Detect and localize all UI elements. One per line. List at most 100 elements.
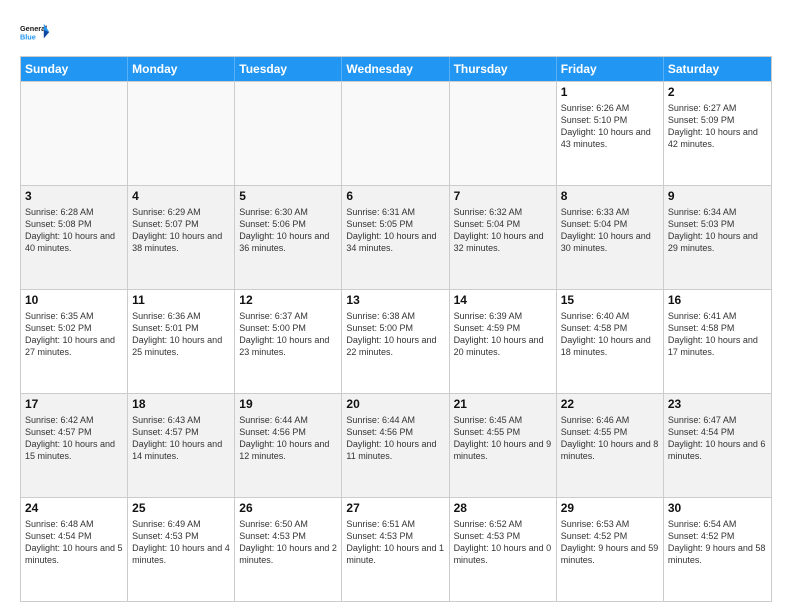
cell-info: Sunrise: 6:39 AM Sunset: 4:59 PM Dayligh… <box>454 310 552 359</box>
weekday-header: Thursday <box>450 57 557 81</box>
day-number: 12 <box>239 293 337 309</box>
calendar-cell: 28Sunrise: 6:52 AM Sunset: 4:53 PM Dayli… <box>450 498 557 601</box>
cell-info: Sunrise: 6:33 AM Sunset: 5:04 PM Dayligh… <box>561 206 659 255</box>
cell-info: Sunrise: 6:38 AM Sunset: 5:00 PM Dayligh… <box>346 310 444 359</box>
calendar-body: 1Sunrise: 6:26 AM Sunset: 5:10 PM Daylig… <box>21 81 771 601</box>
calendar-cell <box>235 82 342 185</box>
cell-info: Sunrise: 6:40 AM Sunset: 4:58 PM Dayligh… <box>561 310 659 359</box>
page: GeneralBlue SundayMondayTuesdayWednesday… <box>0 0 792 612</box>
cell-info: Sunrise: 6:49 AM Sunset: 4:53 PM Dayligh… <box>132 518 230 567</box>
calendar-cell: 5Sunrise: 6:30 AM Sunset: 5:06 PM Daylig… <box>235 186 342 289</box>
calendar-cell: 25Sunrise: 6:49 AM Sunset: 4:53 PM Dayli… <box>128 498 235 601</box>
calendar-cell: 8Sunrise: 6:33 AM Sunset: 5:04 PM Daylig… <box>557 186 664 289</box>
day-number: 2 <box>668 85 767 101</box>
weekday-header: Saturday <box>664 57 771 81</box>
day-number: 11 <box>132 293 230 309</box>
calendar-cell: 3Sunrise: 6:28 AM Sunset: 5:08 PM Daylig… <box>21 186 128 289</box>
calendar-cell: 17Sunrise: 6:42 AM Sunset: 4:57 PM Dayli… <box>21 394 128 497</box>
day-number: 27 <box>346 501 444 517</box>
svg-text:General: General <box>20 24 47 33</box>
calendar-cell: 30Sunrise: 6:54 AM Sunset: 4:52 PM Dayli… <box>664 498 771 601</box>
cell-info: Sunrise: 6:32 AM Sunset: 5:04 PM Dayligh… <box>454 206 552 255</box>
cell-info: Sunrise: 6:41 AM Sunset: 4:58 PM Dayligh… <box>668 310 767 359</box>
cell-info: Sunrise: 6:53 AM Sunset: 4:52 PM Dayligh… <box>561 518 659 567</box>
day-number: 3 <box>25 189 123 205</box>
cell-info: Sunrise: 6:43 AM Sunset: 4:57 PM Dayligh… <box>132 414 230 463</box>
cell-info: Sunrise: 6:42 AM Sunset: 4:57 PM Dayligh… <box>25 414 123 463</box>
day-number: 21 <box>454 397 552 413</box>
calendar-cell: 23Sunrise: 6:47 AM Sunset: 4:54 PM Dayli… <box>664 394 771 497</box>
cell-info: Sunrise: 6:47 AM Sunset: 4:54 PM Dayligh… <box>668 414 767 463</box>
day-number: 14 <box>454 293 552 309</box>
calendar-cell: 19Sunrise: 6:44 AM Sunset: 4:56 PM Dayli… <box>235 394 342 497</box>
day-number: 22 <box>561 397 659 413</box>
calendar-cell: 27Sunrise: 6:51 AM Sunset: 4:53 PM Dayli… <box>342 498 449 601</box>
calendar-row: 10Sunrise: 6:35 AM Sunset: 5:02 PM Dayli… <box>21 289 771 393</box>
cell-info: Sunrise: 6:28 AM Sunset: 5:08 PM Dayligh… <box>25 206 123 255</box>
weekday-header: Wednesday <box>342 57 449 81</box>
day-number: 30 <box>668 501 767 517</box>
day-number: 18 <box>132 397 230 413</box>
day-number: 4 <box>132 189 230 205</box>
svg-text:Blue: Blue <box>20 32 36 41</box>
calendar-cell: 18Sunrise: 6:43 AM Sunset: 4:57 PM Dayli… <box>128 394 235 497</box>
calendar-row: 17Sunrise: 6:42 AM Sunset: 4:57 PM Dayli… <box>21 393 771 497</box>
day-number: 8 <box>561 189 659 205</box>
cell-info: Sunrise: 6:29 AM Sunset: 5:07 PM Dayligh… <box>132 206 230 255</box>
cell-info: Sunrise: 6:36 AM Sunset: 5:01 PM Dayligh… <box>132 310 230 359</box>
calendar-cell: 26Sunrise: 6:50 AM Sunset: 4:53 PM Dayli… <box>235 498 342 601</box>
cell-info: Sunrise: 6:54 AM Sunset: 4:52 PM Dayligh… <box>668 518 767 567</box>
day-number: 10 <box>25 293 123 309</box>
day-number: 23 <box>668 397 767 413</box>
day-number: 26 <box>239 501 337 517</box>
calendar: SundayMondayTuesdayWednesdayThursdayFrid… <box>20 56 772 602</box>
calendar-cell: 10Sunrise: 6:35 AM Sunset: 5:02 PM Dayli… <box>21 290 128 393</box>
calendar-cell: 21Sunrise: 6:45 AM Sunset: 4:55 PM Dayli… <box>450 394 557 497</box>
calendar-cell: 24Sunrise: 6:48 AM Sunset: 4:54 PM Dayli… <box>21 498 128 601</box>
calendar-cell <box>128 82 235 185</box>
day-number: 9 <box>668 189 767 205</box>
day-number: 19 <box>239 397 337 413</box>
calendar-cell: 13Sunrise: 6:38 AM Sunset: 5:00 PM Dayli… <box>342 290 449 393</box>
calendar-cell <box>450 82 557 185</box>
cell-info: Sunrise: 6:50 AM Sunset: 4:53 PM Dayligh… <box>239 518 337 567</box>
calendar-cell: 15Sunrise: 6:40 AM Sunset: 4:58 PM Dayli… <box>557 290 664 393</box>
day-number: 28 <box>454 501 552 517</box>
calendar-cell: 7Sunrise: 6:32 AM Sunset: 5:04 PM Daylig… <box>450 186 557 289</box>
cell-info: Sunrise: 6:31 AM Sunset: 5:05 PM Dayligh… <box>346 206 444 255</box>
day-number: 29 <box>561 501 659 517</box>
day-number: 1 <box>561 85 659 101</box>
cell-info: Sunrise: 6:46 AM Sunset: 4:55 PM Dayligh… <box>561 414 659 463</box>
calendar-row: 3Sunrise: 6:28 AM Sunset: 5:08 PM Daylig… <box>21 185 771 289</box>
logo-icon: GeneralBlue <box>20 16 52 48</box>
cell-info: Sunrise: 6:34 AM Sunset: 5:03 PM Dayligh… <box>668 206 767 255</box>
cell-info: Sunrise: 6:26 AM Sunset: 5:10 PM Dayligh… <box>561 102 659 151</box>
calendar-cell <box>342 82 449 185</box>
day-number: 15 <box>561 293 659 309</box>
calendar-row: 24Sunrise: 6:48 AM Sunset: 4:54 PM Dayli… <box>21 497 771 601</box>
day-number: 17 <box>25 397 123 413</box>
calendar-cell: 9Sunrise: 6:34 AM Sunset: 5:03 PM Daylig… <box>664 186 771 289</box>
calendar-cell: 12Sunrise: 6:37 AM Sunset: 5:00 PM Dayli… <box>235 290 342 393</box>
cell-info: Sunrise: 6:37 AM Sunset: 5:00 PM Dayligh… <box>239 310 337 359</box>
day-number: 25 <box>132 501 230 517</box>
logo: GeneralBlue <box>20 16 52 48</box>
day-number: 20 <box>346 397 444 413</box>
cell-info: Sunrise: 6:27 AM Sunset: 5:09 PM Dayligh… <box>668 102 767 151</box>
calendar-cell: 14Sunrise: 6:39 AM Sunset: 4:59 PM Dayli… <box>450 290 557 393</box>
cell-info: Sunrise: 6:35 AM Sunset: 5:02 PM Dayligh… <box>25 310 123 359</box>
calendar-cell: 11Sunrise: 6:36 AM Sunset: 5:01 PM Dayli… <box>128 290 235 393</box>
weekday-header: Friday <box>557 57 664 81</box>
cell-info: Sunrise: 6:44 AM Sunset: 4:56 PM Dayligh… <box>239 414 337 463</box>
calendar-cell: 20Sunrise: 6:44 AM Sunset: 4:56 PM Dayli… <box>342 394 449 497</box>
cell-info: Sunrise: 6:51 AM Sunset: 4:53 PM Dayligh… <box>346 518 444 567</box>
day-number: 13 <box>346 293 444 309</box>
calendar-row: 1Sunrise: 6:26 AM Sunset: 5:10 PM Daylig… <box>21 81 771 185</box>
calendar-cell <box>21 82 128 185</box>
calendar-cell: 6Sunrise: 6:31 AM Sunset: 5:05 PM Daylig… <box>342 186 449 289</box>
calendar-cell: 4Sunrise: 6:29 AM Sunset: 5:07 PM Daylig… <box>128 186 235 289</box>
day-number: 16 <box>668 293 767 309</box>
day-number: 6 <box>346 189 444 205</box>
calendar-cell: 1Sunrise: 6:26 AM Sunset: 5:10 PM Daylig… <box>557 82 664 185</box>
day-number: 7 <box>454 189 552 205</box>
